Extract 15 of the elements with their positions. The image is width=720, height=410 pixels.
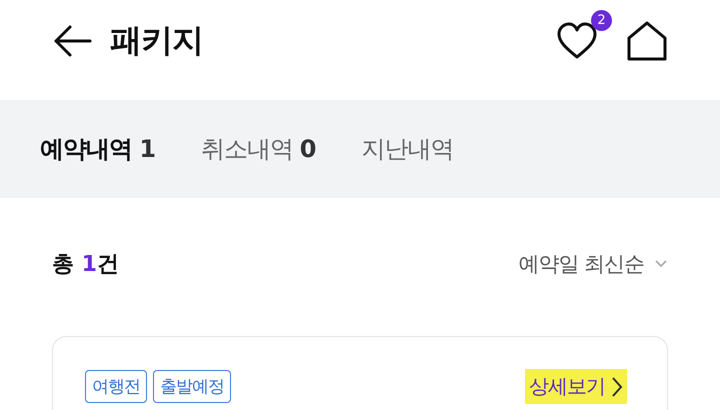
page-title: 패키지 bbox=[110, 20, 203, 61]
count-badge: 2 bbox=[591, 10, 612, 31]
heart-icon[interactable] bbox=[556, 22, 598, 60]
back-icon[interactable] bbox=[52, 24, 92, 58]
chevron-down-icon bbox=[654, 259, 668, 269]
detail-link[interactable]: 상세보기 bbox=[525, 369, 627, 404]
status-tag: 여행전 bbox=[85, 370, 147, 403]
tab[interactable]: 취소내역 0 bbox=[201, 133, 316, 165]
result-count: 총 1건 bbox=[52, 251, 119, 279]
tab[interactable]: 지난내역 bbox=[361, 133, 454, 165]
home-icon[interactable] bbox=[626, 21, 668, 61]
tab[interactable]: 예약내역 1 bbox=[40, 133, 156, 165]
chevron-right-icon bbox=[611, 376, 623, 398]
status-tag: 출발예정 bbox=[153, 370, 231, 403]
sort-dropdown[interactable]: 예약일 최신순 bbox=[518, 250, 668, 278]
